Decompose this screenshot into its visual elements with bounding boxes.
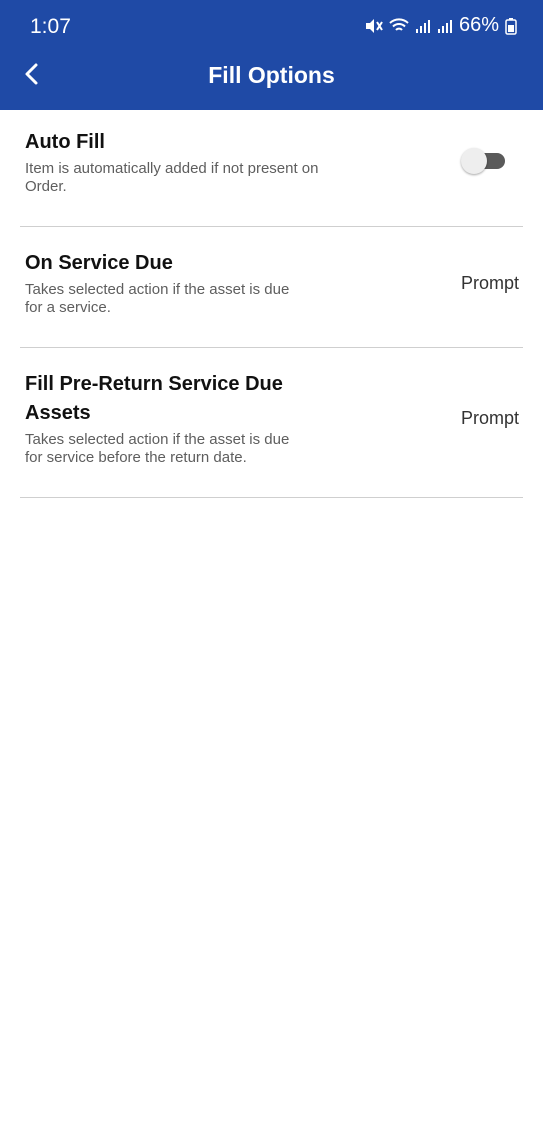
- option-description-line2: for service before the return date.: [25, 449, 247, 466]
- option-title: Auto Fill: [25, 131, 105, 153]
- option-description-line2: Order.: [25, 178, 67, 195]
- toggle-knob: [461, 148, 487, 174]
- battery-icon: [505, 17, 517, 35]
- option-title: On Service Due: [25, 252, 173, 274]
- option-description-line2: for a service.: [25, 299, 111, 316]
- option-value: Prompt: [460, 408, 519, 428]
- page-title: Fill Options: [208, 62, 335, 88]
- divider: [20, 347, 523, 348]
- signal-icon: [415, 18, 431, 34]
- option-value: Prompt: [460, 273, 519, 293]
- option-title-line2: Assets: [25, 402, 91, 424]
- option-description-line1: Takes selected action if the asset is du…: [25, 431, 290, 448]
- auto-fill-toggle[interactable]: [461, 147, 507, 175]
- wifi-icon: [389, 17, 409, 34]
- option-description-line1: Takes selected action if the asset is du…: [25, 281, 290, 298]
- status-icons: 66%: [365, 14, 517, 37]
- option-description-line1: Item is automatically added if not prese…: [25, 160, 319, 177]
- battery-percent: 66%: [458, 14, 499, 36]
- divider: [20, 497, 523, 498]
- divider: [20, 226, 523, 227]
- mute-icon: [365, 18, 383, 34]
- app-bar: 1:07 66% Fill Options: [0, 0, 543, 110]
- option-title-line1: Fill Pre-Return Service Due: [25, 373, 283, 395]
- signal-icon-2: [437, 18, 453, 34]
- status-time: 1:07: [30, 15, 71, 38]
